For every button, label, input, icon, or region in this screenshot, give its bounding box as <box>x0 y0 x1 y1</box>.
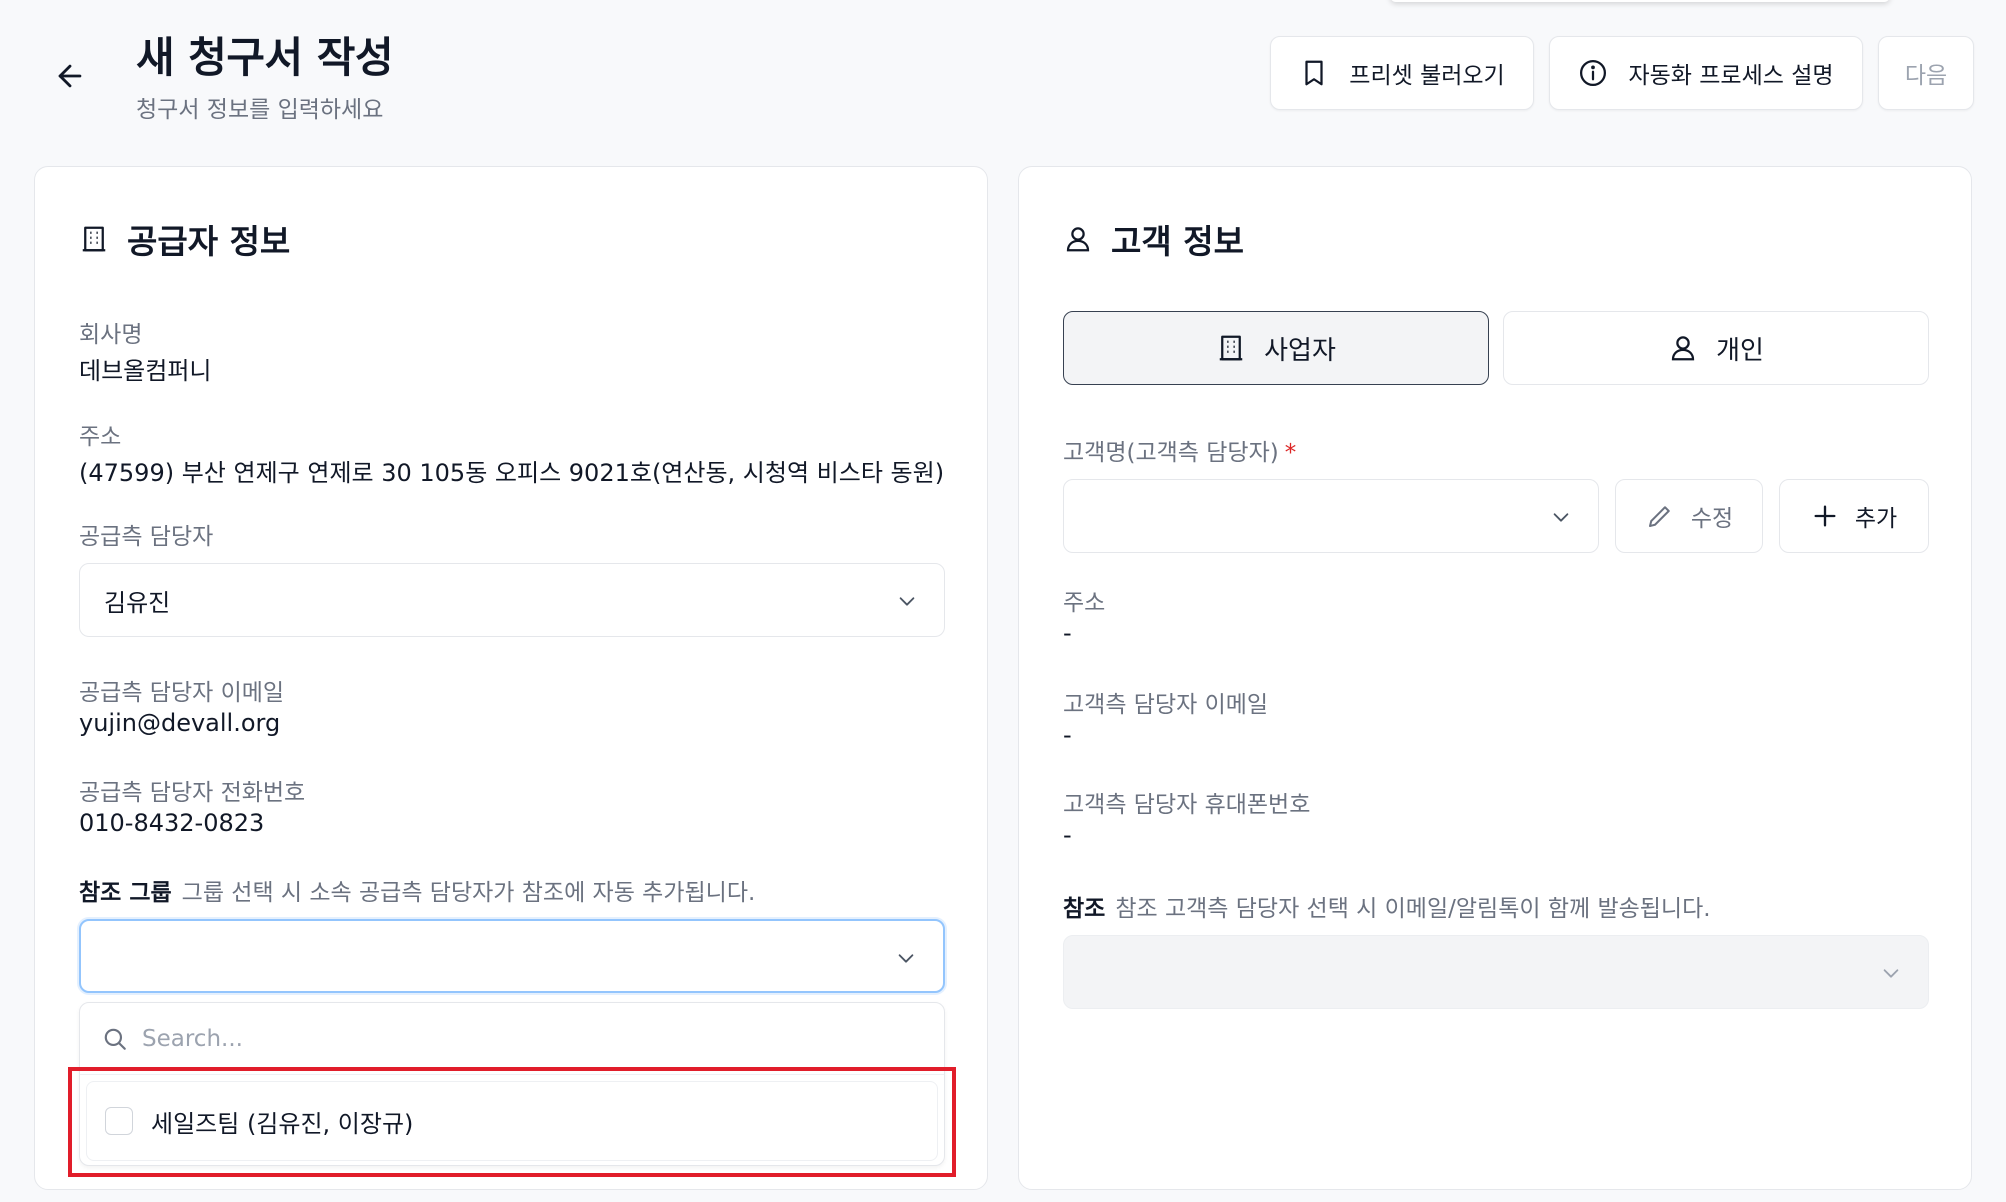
next-label: 다음 <box>1904 63 1948 89</box>
info-icon <box>1580 60 1607 86</box>
building-icon <box>82 226 106 252</box>
customer-phone-value: - <box>1063 821 1072 849</box>
customer-ref-hint: 참조 고객측 담당자 선택 시 이메일/알림톡이 함께 발송됩니다. <box>1115 896 1711 922</box>
ref-group-label-row: 참조 그룹 그룹 선택 시 소속 공급측 담당자가 참조에 자동 추가됩니다. <box>79 873 755 907</box>
plus-icon <box>1814 505 1836 527</box>
supplier-title-text: 공급자 정보 <box>127 222 291 261</box>
supplier-phone-label: 공급측 담당자 전화번호 <box>79 780 306 806</box>
add-label: 추가 <box>1854 506 1898 532</box>
individual-label: 개인 <box>1716 335 1764 366</box>
customer-card-title: 고객 정보 <box>1063 215 1244 263</box>
customer-address-label: 주소 <box>1063 590 1106 616</box>
supplier-email-label: 공급측 담당자 이메일 <box>79 680 285 706</box>
customer-address-value: - <box>1063 619 1072 647</box>
floating-panel-edge <box>1390 0 1890 2</box>
supplier-manager-label: 공급측 담당자 <box>79 524 214 550</box>
pencil-icon <box>1648 506 1670 527</box>
required-mark: * <box>1284 440 1297 466</box>
ref-group-label: 참조 그룹 <box>79 880 172 906</box>
search-icon <box>104 1028 126 1050</box>
supplier-manager-select[interactable]: 김유진 <box>79 563 945 637</box>
supplier-phone-value: 010-8432-0823 <box>79 809 265 837</box>
supplier-address-value: (47599) 부산 연제구 연제로 30 105동 오피스 9021호(연산동… <box>79 459 945 487</box>
chevron-down-icon <box>898 954 914 963</box>
business-label: 사업자 <box>1264 335 1336 366</box>
back-button[interactable] <box>50 56 90 96</box>
chevron-down-icon <box>899 597 915 606</box>
customer-ref-label: 참조 <box>1063 896 1106 922</box>
customer-email-label: 고객측 담당자 이메일 <box>1063 692 1269 718</box>
chevron-down-icon <box>1883 969 1899 978</box>
user-icon <box>1671 336 1695 361</box>
dropdown-search-row <box>80 1003 944 1075</box>
building-icon <box>1219 335 1243 361</box>
option-label: 세일즈팀 (김유진, 이장규) <box>151 1109 414 1138</box>
page-title: 새 청구서 작성 <box>136 33 394 82</box>
company-label: 회사명 <box>79 322 143 348</box>
bookmark-icon <box>1305 60 1323 86</box>
customer-ref-label-row: 참조 참조 고객측 담당자 선택 시 이메일/알림톡이 함께 발송됩니다. <box>1063 889 1711 923</box>
supplier-card: 공급자 정보 회사명 데브올컴퍼니 주소 (47599) 부산 연제구 연제로 … <box>34 166 988 1190</box>
customer-name-label: 고객명(고객측 담당자) <box>1063 440 1279 466</box>
customer-name-label-row: 고객명(고객측 담당자) * <box>1063 433 1296 467</box>
chevron-down-icon <box>1553 513 1569 522</box>
customer-type-business[interactable]: 사업자 <box>1063 311 1489 385</box>
add-customer-button[interactable]: 추가 <box>1779 479 1929 553</box>
supplier-address-label: 주소 <box>79 424 122 450</box>
ref-group-option[interactable]: 세일즈팀 (김유진, 이장규) <box>86 1081 938 1161</box>
load-preset-button[interactable]: 프리셋 불러오기 <box>1270 36 1534 110</box>
customer-card: 고객 정보 사업자 개인 고객명(고객측 담당자) * 수정 추가 주소 - 고객… <box>1018 166 1972 1190</box>
process-guide-label: 자동화 프로세스 설명 <box>1628 63 1834 89</box>
supplier-manager-value: 김유진 <box>104 588 171 617</box>
customer-name-select[interactable] <box>1063 479 1599 553</box>
company-value: 데브올컴퍼니 <box>79 357 212 385</box>
customer-type-individual[interactable]: 개인 <box>1503 311 1929 385</box>
ref-group-select[interactable] <box>79 919 945 993</box>
arrow-left-icon <box>58 64 82 88</box>
customer-ref-select <box>1063 935 1929 1009</box>
process-guide-button[interactable]: 자동화 프로세스 설명 <box>1549 36 1863 110</box>
customer-email-value: - <box>1063 721 1072 749</box>
load-preset-label: 프리셋 불러오기 <box>1349 63 1505 89</box>
page-subtitle: 청구서 정보를 입력하세요 <box>136 97 384 123</box>
edit-customer-button[interactable]: 수정 <box>1615 479 1763 553</box>
customer-title-text: 고객 정보 <box>1111 222 1244 261</box>
option-checkbox[interactable] <box>105 1107 133 1135</box>
supplier-email-value: yujin@devall.org <box>79 709 281 737</box>
ref-group-hint: 그룹 선택 시 소속 공급측 담당자가 참조에 자동 추가됩니다. <box>181 880 756 906</box>
edit-label: 수정 <box>1690 506 1734 532</box>
dropdown-search-input[interactable] <box>142 1025 742 1052</box>
supplier-card-title: 공급자 정보 <box>79 215 290 263</box>
customer-phone-label: 고객측 담당자 휴대폰번호 <box>1063 792 1311 818</box>
next-button[interactable]: 다음 <box>1878 36 1974 110</box>
user-icon <box>1066 227 1090 252</box>
ref-group-dropdown: 세일즈팀 (김유진, 이장규) <box>79 1002 945 1166</box>
